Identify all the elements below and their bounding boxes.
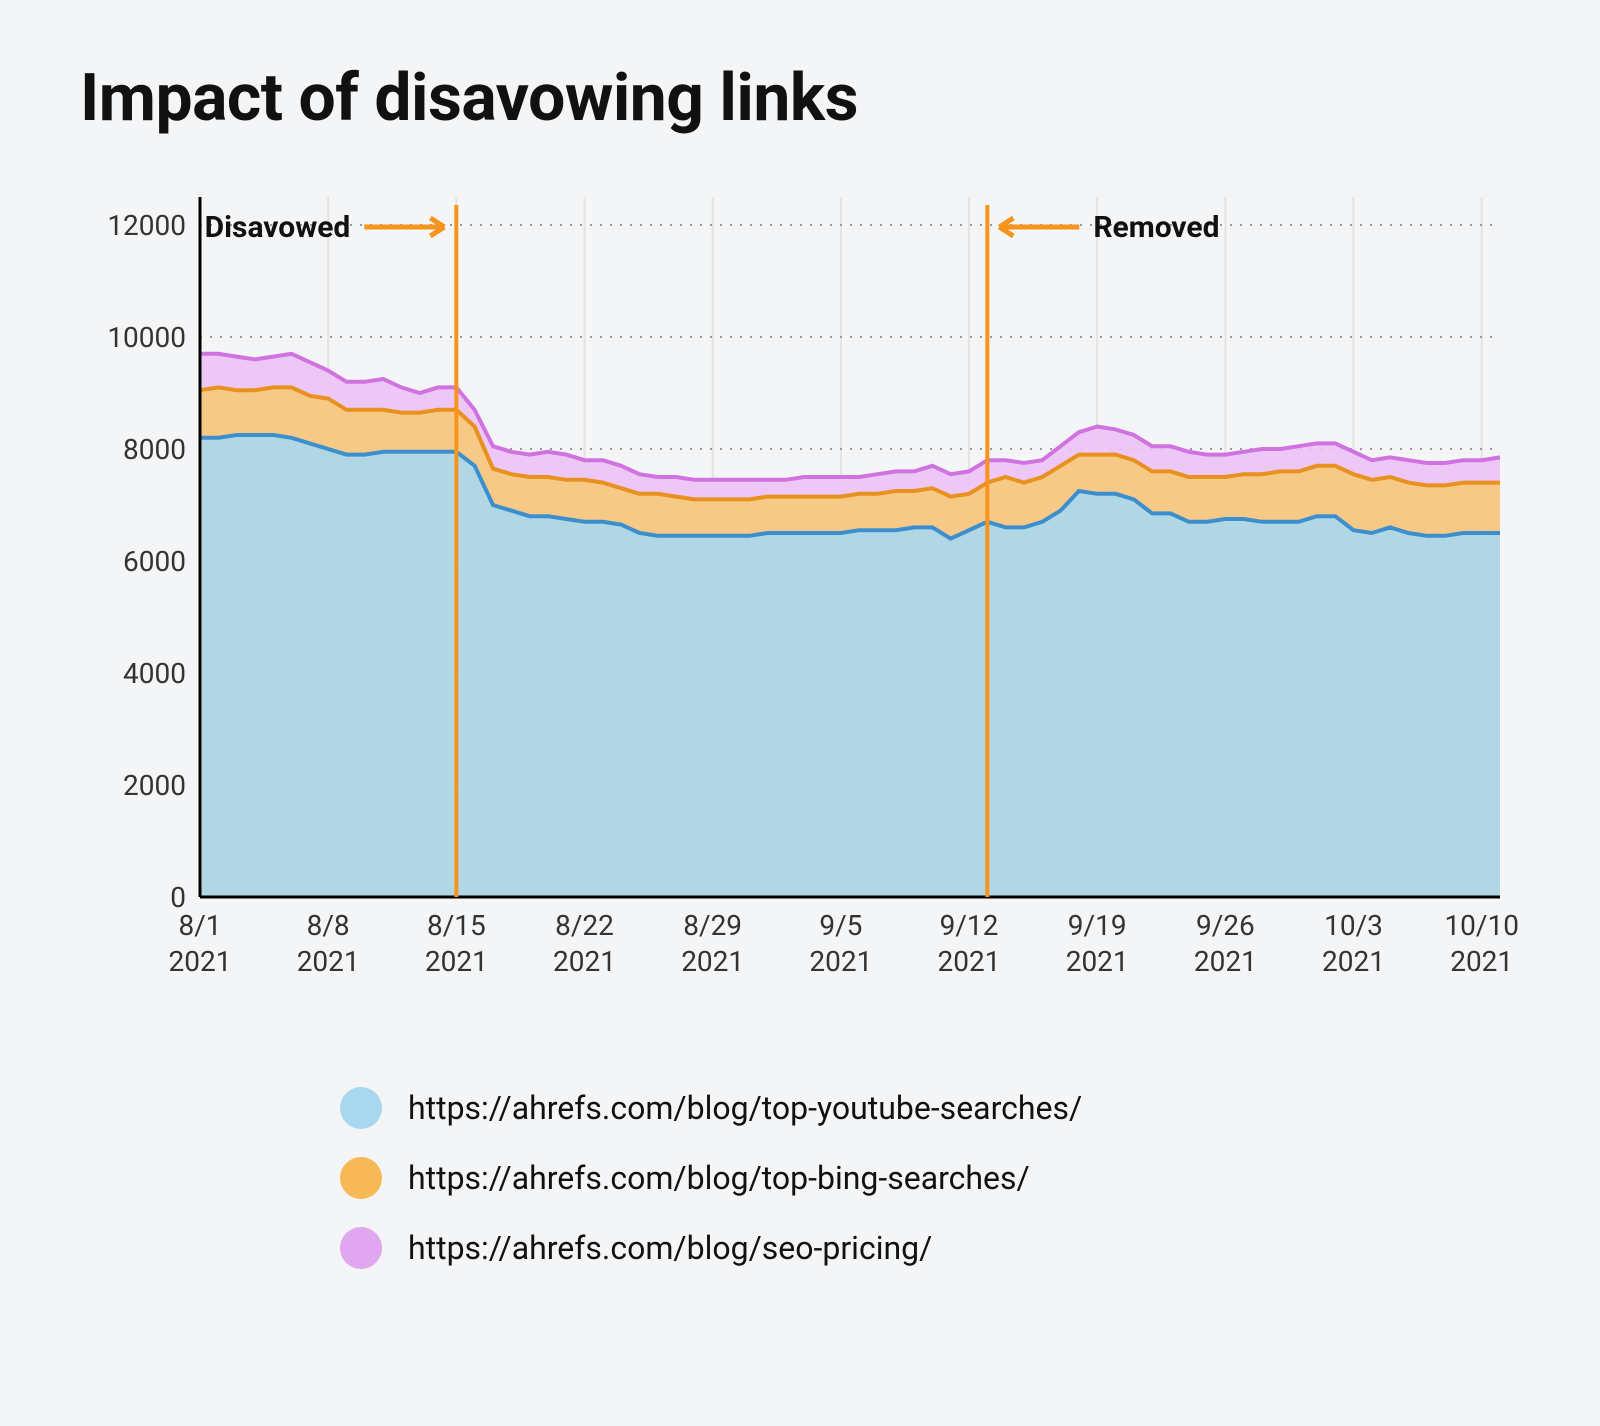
legend: https://ahrefs.com/blog/top-youtube-sear… [340,1087,1520,1269]
y-tick-label: 4000 [123,657,186,690]
x-tick-label: 2021 [1194,945,1257,978]
x-tick-label: 2021 [553,945,616,978]
chart-svg: 0200040006000800010000120008/120218/8202… [80,187,1520,1007]
legend-swatch [340,1157,382,1199]
x-tick-label: 2021 [809,945,872,978]
x-tick-label: 9/26 [1196,909,1255,942]
x-tick-label: 8/1 [178,909,221,942]
legend-label: https://ahrefs.com/blog/top-bing-searche… [408,1159,1030,1197]
x-tick-label: 10/3 [1324,909,1383,942]
x-tick-label: 2021 [938,945,1001,978]
legend-swatch [340,1227,382,1269]
x-tick-label: 8/15 [427,909,486,942]
y-tick-label: 12000 [107,209,186,242]
x-tick-label: 10/10 [1444,909,1519,942]
chart-title: Impact of disavowing links [80,60,1520,137]
x-tick-label: 2021 [1322,945,1385,978]
x-tick-label: 2021 [425,945,488,978]
x-tick-label: 9/5 [819,909,862,942]
x-tick-label: 8/29 [683,909,742,942]
x-tick-label: 8/22 [555,909,614,942]
x-tick-label: 9/12 [940,909,999,942]
y-tick-label: 6000 [123,545,186,578]
legend-row: https://ahrefs.com/blog/top-youtube-sear… [340,1087,1520,1129]
x-tick-label: 9/19 [1068,909,1127,942]
x-tick-label: 2021 [1450,945,1513,978]
annotation-disavowed: Disavowed [205,210,351,245]
x-tick-label: 8/8 [307,909,350,942]
y-tick-label: 10000 [107,321,186,354]
legend-row: https://ahrefs.com/blog/top-bing-searche… [340,1157,1520,1199]
x-tick-label: 2021 [169,945,232,978]
y-tick-label: 8000 [123,433,186,466]
legend-swatch [340,1087,382,1129]
annotation-removed: Removed [1093,210,1219,245]
legend-label: https://ahrefs.com/blog/top-youtube-sear… [408,1089,1082,1127]
chart-container: 0200040006000800010000120008/120218/8202… [80,187,1520,1007]
x-tick-label: 2021 [297,945,360,978]
y-tick-label: 2000 [123,769,186,802]
legend-row: https://ahrefs.com/blog/seo-pricing/ [340,1227,1520,1269]
legend-label: https://ahrefs.com/blog/seo-pricing/ [408,1229,932,1267]
x-tick-label: 2021 [1066,945,1129,978]
x-tick-label: 2021 [681,945,744,978]
